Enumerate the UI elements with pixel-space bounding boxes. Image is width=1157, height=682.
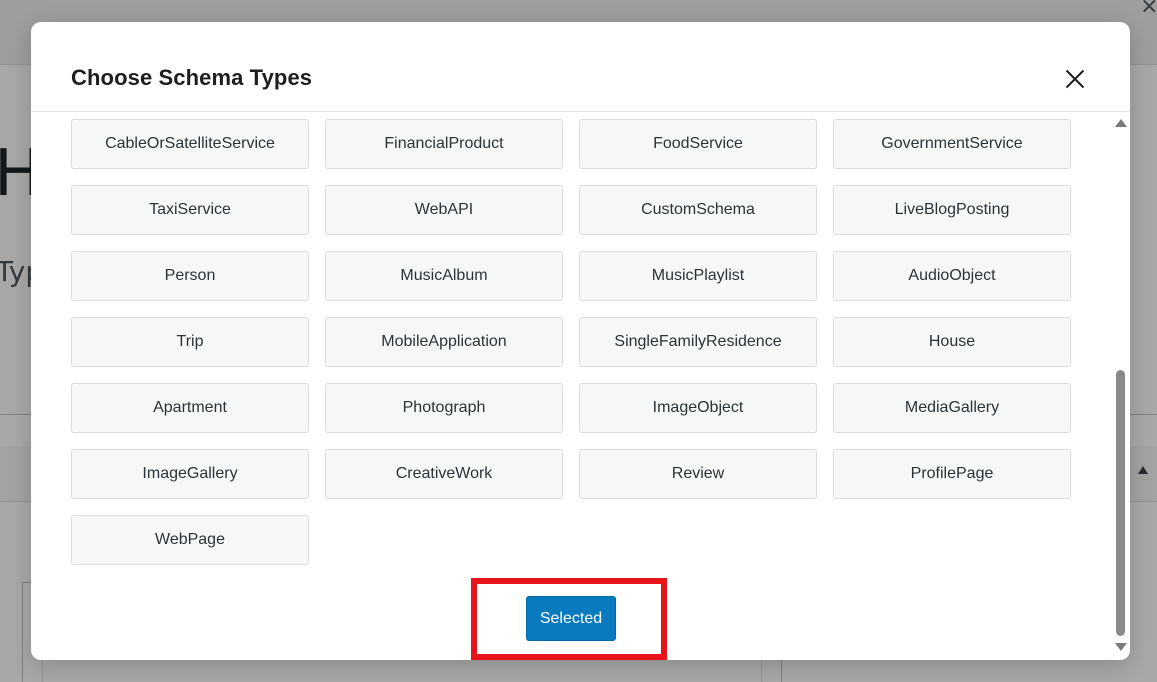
schema-type-button[interactable]: Photograph xyxy=(325,383,563,433)
schema-type-button[interactable]: House xyxy=(833,317,1071,367)
schema-type-button[interactable]: Apartment xyxy=(71,383,309,433)
schema-type-button[interactable]: WebAPI xyxy=(325,185,563,235)
scroll-down-arrow-icon[interactable] xyxy=(1115,643,1127,651)
schema-type-button[interactable]: TaxiService xyxy=(71,185,309,235)
close-icon[interactable] xyxy=(1061,65,1089,93)
schema-type-button[interactable]: MediaGallery xyxy=(833,383,1071,433)
schema-type-button[interactable]: CableOrSatelliteService xyxy=(71,119,309,169)
schema-type-button[interactable]: ImageObject xyxy=(579,383,817,433)
schema-type-button[interactable]: GovernmentService xyxy=(833,119,1071,169)
schema-type-button[interactable]: AudioObject xyxy=(833,251,1071,301)
schema-type-button[interactable]: LiveBlogPosting xyxy=(833,185,1071,235)
highlight-box xyxy=(471,578,667,660)
schema-type-button[interactable]: Trip xyxy=(71,317,309,367)
schema-type-button[interactable]: ImageGallery xyxy=(71,449,309,499)
schema-type-button[interactable]: MobileApplication xyxy=(325,317,563,367)
scroll-up-arrow-icon[interactable] xyxy=(1115,119,1127,127)
schema-type-button[interactable]: MusicPlaylist xyxy=(579,251,817,301)
schema-type-button[interactable]: FoodService xyxy=(579,119,817,169)
schema-type-button[interactable]: SingleFamilyResidence xyxy=(579,317,817,367)
modal-title: Choose Schema Types xyxy=(71,65,313,90)
modal-scrollbar[interactable] xyxy=(1111,113,1130,660)
schema-type-button[interactable]: CustomSchema xyxy=(579,185,817,235)
modal-header: Choose Schema Types xyxy=(31,22,1130,112)
schema-type-button[interactable]: FinancialProduct xyxy=(325,119,563,169)
schema-type-button[interactable]: Person xyxy=(71,251,309,301)
schema-type-button[interactable]: WebPage xyxy=(71,515,309,565)
schema-type-button[interactable]: CreativeWork xyxy=(325,449,563,499)
schema-type-button[interactable]: ProfilePage xyxy=(833,449,1071,499)
scroll-thumb[interactable] xyxy=(1116,370,1125,636)
schema-type-button[interactable]: MusicAlbum xyxy=(325,251,563,301)
schema-type-grid: CableOrSatelliteService FinancialProduct F… xyxy=(71,119,1071,565)
schema-type-button[interactable]: Review xyxy=(579,449,817,499)
schema-types-modal: Choose Schema Types CableOrSatelliteServ… xyxy=(31,22,1130,660)
